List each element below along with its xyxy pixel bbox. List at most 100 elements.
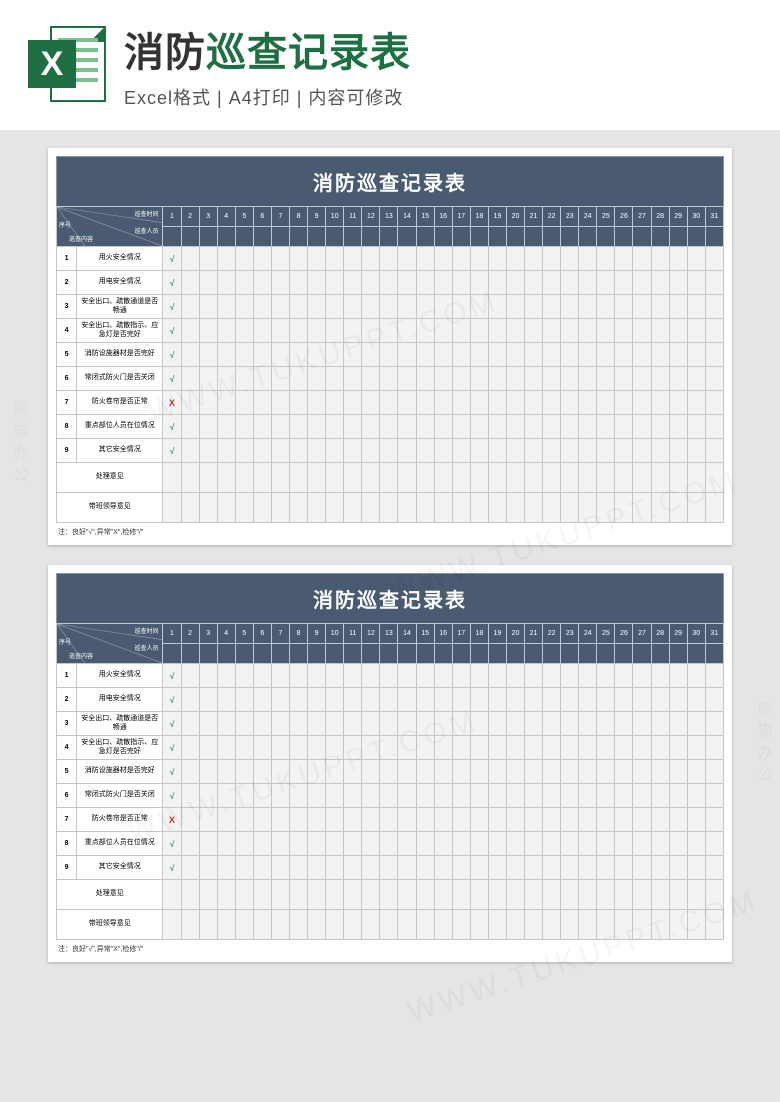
day-cell[interactable] (326, 664, 344, 688)
day-cell[interactable] (271, 343, 289, 367)
day-cell[interactable] (362, 271, 380, 295)
day-cell[interactable] (362, 664, 380, 688)
day-cell[interactable] (362, 439, 380, 463)
day-cell[interactable] (543, 664, 561, 688)
day-cell[interactable] (271, 391, 289, 415)
day-cell[interactable] (235, 808, 253, 832)
day-cell[interactable] (362, 367, 380, 391)
day-cell[interactable] (380, 784, 398, 808)
day-cell[interactable] (488, 808, 506, 832)
day-cell[interactable] (633, 343, 651, 367)
day-cell[interactable] (181, 439, 199, 463)
day-cell[interactable] (235, 295, 253, 319)
day-cell[interactable]: √ (163, 688, 181, 712)
day-cell[interactable] (525, 463, 543, 493)
day-cell[interactable] (235, 493, 253, 523)
day-cell[interactable] (380, 688, 398, 712)
day-cell[interactable] (561, 808, 579, 832)
day-cell[interactable] (633, 832, 651, 856)
day-cell[interactable] (579, 832, 597, 856)
day-cell[interactable]: √ (163, 784, 181, 808)
day-cell[interactable] (687, 856, 705, 880)
day-cell[interactable] (561, 391, 579, 415)
day-cell[interactable] (253, 295, 271, 319)
day-cell[interactable] (199, 760, 217, 784)
day-cell[interactable] (452, 247, 470, 271)
day-cell[interactable] (543, 463, 561, 493)
day-cell[interactable] (308, 832, 326, 856)
day-cell[interactable] (253, 832, 271, 856)
day-cell[interactable] (470, 832, 488, 856)
day-cell[interactable] (470, 880, 488, 910)
day-cell[interactable] (561, 247, 579, 271)
day-cell[interactable] (235, 367, 253, 391)
day-cell[interactable] (362, 391, 380, 415)
day-cell[interactable] (488, 343, 506, 367)
day-cell[interactable] (199, 343, 217, 367)
day-cell[interactable] (416, 712, 434, 736)
day-cell[interactable] (452, 760, 470, 784)
day-cell[interactable] (525, 319, 543, 343)
day-cell[interactable] (561, 880, 579, 910)
day-cell[interactable] (308, 439, 326, 463)
day-cell[interactable] (579, 688, 597, 712)
day-cell[interactable] (434, 295, 452, 319)
day-cell[interactable] (362, 808, 380, 832)
day-cell[interactable] (380, 856, 398, 880)
day-cell[interactable] (181, 910, 199, 940)
day-cell[interactable] (271, 910, 289, 940)
day-cell[interactable] (235, 439, 253, 463)
day-cell[interactable] (326, 784, 344, 808)
day-cell[interactable] (525, 391, 543, 415)
day-cell[interactable] (308, 880, 326, 910)
day-cell[interactable] (705, 760, 723, 784)
day-cell[interactable] (199, 808, 217, 832)
day-cell[interactable] (253, 664, 271, 688)
day-cell[interactable] (344, 856, 362, 880)
day-cell[interactable] (199, 688, 217, 712)
day-cell[interactable] (615, 271, 633, 295)
day-cell[interactable] (344, 688, 362, 712)
day-cell[interactable] (344, 712, 362, 736)
day-cell[interactable] (633, 856, 651, 880)
day-cell[interactable]: √ (163, 247, 181, 271)
day-cell[interactable]: √ (163, 343, 181, 367)
day-cell[interactable] (452, 493, 470, 523)
day-cell[interactable] (525, 493, 543, 523)
day-cell[interactable] (525, 856, 543, 880)
day-cell[interactable] (506, 688, 524, 712)
day-cell[interactable] (597, 856, 615, 880)
day-cell[interactable] (705, 664, 723, 688)
day-cell[interactable] (543, 784, 561, 808)
day-cell[interactable] (308, 910, 326, 940)
day-cell[interactable] (705, 712, 723, 736)
day-cell[interactable] (561, 856, 579, 880)
day-cell[interactable] (543, 910, 561, 940)
day-cell[interactable] (506, 247, 524, 271)
day-cell[interactable] (705, 415, 723, 439)
day-cell[interactable] (398, 439, 416, 463)
day-cell[interactable] (470, 688, 488, 712)
day-cell[interactable] (344, 910, 362, 940)
day-cell[interactable] (380, 760, 398, 784)
day-cell[interactable] (271, 880, 289, 910)
day-cell[interactable] (398, 247, 416, 271)
day-cell[interactable] (561, 910, 579, 940)
day-cell[interactable] (488, 688, 506, 712)
day-cell[interactable] (561, 712, 579, 736)
day-cell[interactable] (651, 784, 669, 808)
day-cell[interactable] (344, 664, 362, 688)
day-cell[interactable] (506, 391, 524, 415)
day-cell[interactable] (705, 880, 723, 910)
day-cell[interactable] (217, 784, 235, 808)
day-cell[interactable] (308, 391, 326, 415)
day-cell[interactable] (434, 463, 452, 493)
day-cell[interactable] (362, 856, 380, 880)
day-cell[interactable] (181, 736, 199, 760)
day-cell[interactable] (181, 784, 199, 808)
day-cell[interactable] (488, 415, 506, 439)
day-cell[interactable] (362, 319, 380, 343)
day-cell[interactable] (271, 367, 289, 391)
day-cell[interactable] (597, 271, 615, 295)
day-cell[interactable] (181, 271, 199, 295)
